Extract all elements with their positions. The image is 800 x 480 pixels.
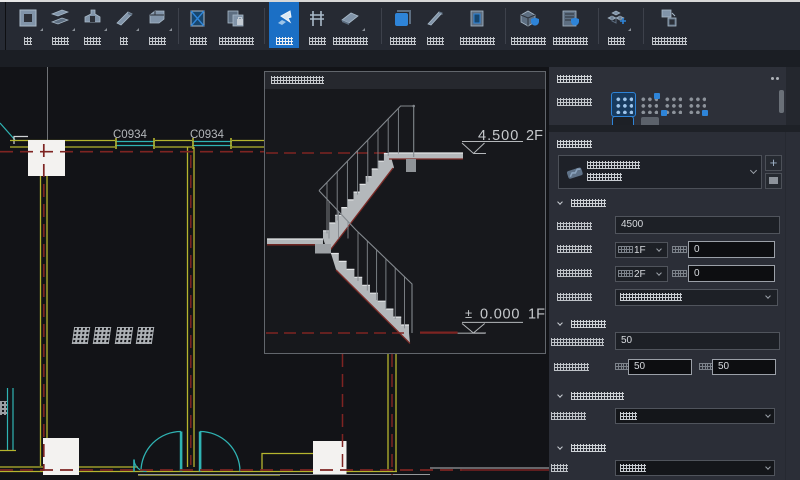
svg-text:2F: 2F: [526, 128, 543, 144]
svg-text:0.000: 0.000: [480, 307, 520, 323]
svg-text:C0934: C0934: [113, 129, 147, 141]
svg-text:4.500: 4.500: [478, 128, 519, 144]
svg-text:1F: 1F: [528, 307, 545, 323]
svg-text:C0934: C0934: [190, 129, 224, 141]
svg-text:±: ±: [465, 306, 472, 321]
